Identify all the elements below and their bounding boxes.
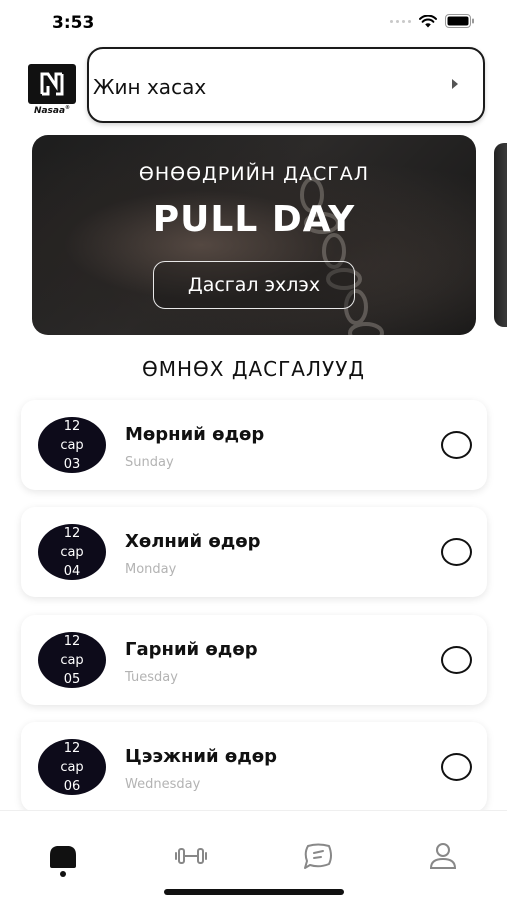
workout-title: Хөлний өдөр xyxy=(125,531,261,552)
workout-weekday: Sunday xyxy=(125,455,174,470)
previous-workouts-title: ӨМНӨХ ДАСГАЛУУД xyxy=(141,357,366,381)
chevron-right-icon xyxy=(452,79,458,89)
completion-checkbox[interactable] xyxy=(441,646,472,674)
logo-mark-icon xyxy=(28,64,76,104)
workout-weekday: Monday xyxy=(125,562,177,577)
date-badge: 12 сар 06 xyxy=(38,739,106,795)
next-banner-card[interactable] xyxy=(494,143,507,327)
battery-icon xyxy=(445,14,474,28)
dumbbell-icon xyxy=(175,848,207,864)
completion-checkbox[interactable] xyxy=(441,538,472,566)
workout-title: Цээжний өдөр xyxy=(125,746,278,767)
cellular-signal-icon xyxy=(390,19,411,23)
start-workout-button[interactable]: Дасгал эхлэх xyxy=(153,261,355,309)
tab-workouts[interactable] xyxy=(174,841,208,871)
status-time: 3:53 xyxy=(52,13,95,33)
goal-select[interactable]: Жин хасах xyxy=(87,47,485,123)
workout-weekday: Tuesday xyxy=(125,670,178,685)
completion-checkbox[interactable] xyxy=(441,753,472,781)
logo-text: Nasaa® xyxy=(33,105,71,116)
chat-icon xyxy=(304,843,332,869)
profile-icon xyxy=(429,843,457,869)
date-badge: 12 сар 03 xyxy=(38,417,106,473)
status-bar: 3:53 xyxy=(0,0,507,46)
banner-title: PULL DAY xyxy=(152,199,356,240)
tab-chat[interactable] xyxy=(301,841,335,871)
workout-title: Гарний өдөр xyxy=(125,639,258,660)
tab-home[interactable] xyxy=(46,841,80,871)
home-icon xyxy=(50,846,76,868)
today-workout-banner[interactable]: ӨНӨӨДРИЙН ДАСГАЛ PULL DAY Дасгал эхлэх xyxy=(32,135,476,335)
workout-weekday: Wednesday xyxy=(125,777,201,792)
tab-profile[interactable] xyxy=(426,841,460,871)
date-badge: 12 сар 04 xyxy=(38,524,106,580)
workout-card[interactable]: 12 сар 04 Хөлний өдөр Monday xyxy=(21,507,487,597)
status-icons xyxy=(390,14,475,28)
completion-checkbox[interactable] xyxy=(441,431,472,459)
wifi-icon xyxy=(419,14,437,27)
active-tab-indicator xyxy=(60,871,66,877)
app-logo: Nasaa® xyxy=(26,64,78,120)
workout-title: Мөрний өдөр xyxy=(125,424,265,445)
date-badge: 12 сар 05 xyxy=(38,632,106,688)
workout-card[interactable]: 12 сар 03 Мөрний өдөр Sunday xyxy=(21,400,487,490)
workout-card[interactable]: 12 сар 05 Гарний өдөр Tuesday xyxy=(21,615,487,705)
home-indicator xyxy=(164,889,344,895)
bottom-tab-bar xyxy=(0,810,507,901)
goal-select-value: Жин хасах xyxy=(93,75,207,99)
workout-card[interactable]: 12 сар 06 Цээжний өдөр Wednesday xyxy=(21,722,487,812)
banner-subtitle: ӨНӨӨДРИЙН ДАСГАЛ xyxy=(138,163,370,185)
